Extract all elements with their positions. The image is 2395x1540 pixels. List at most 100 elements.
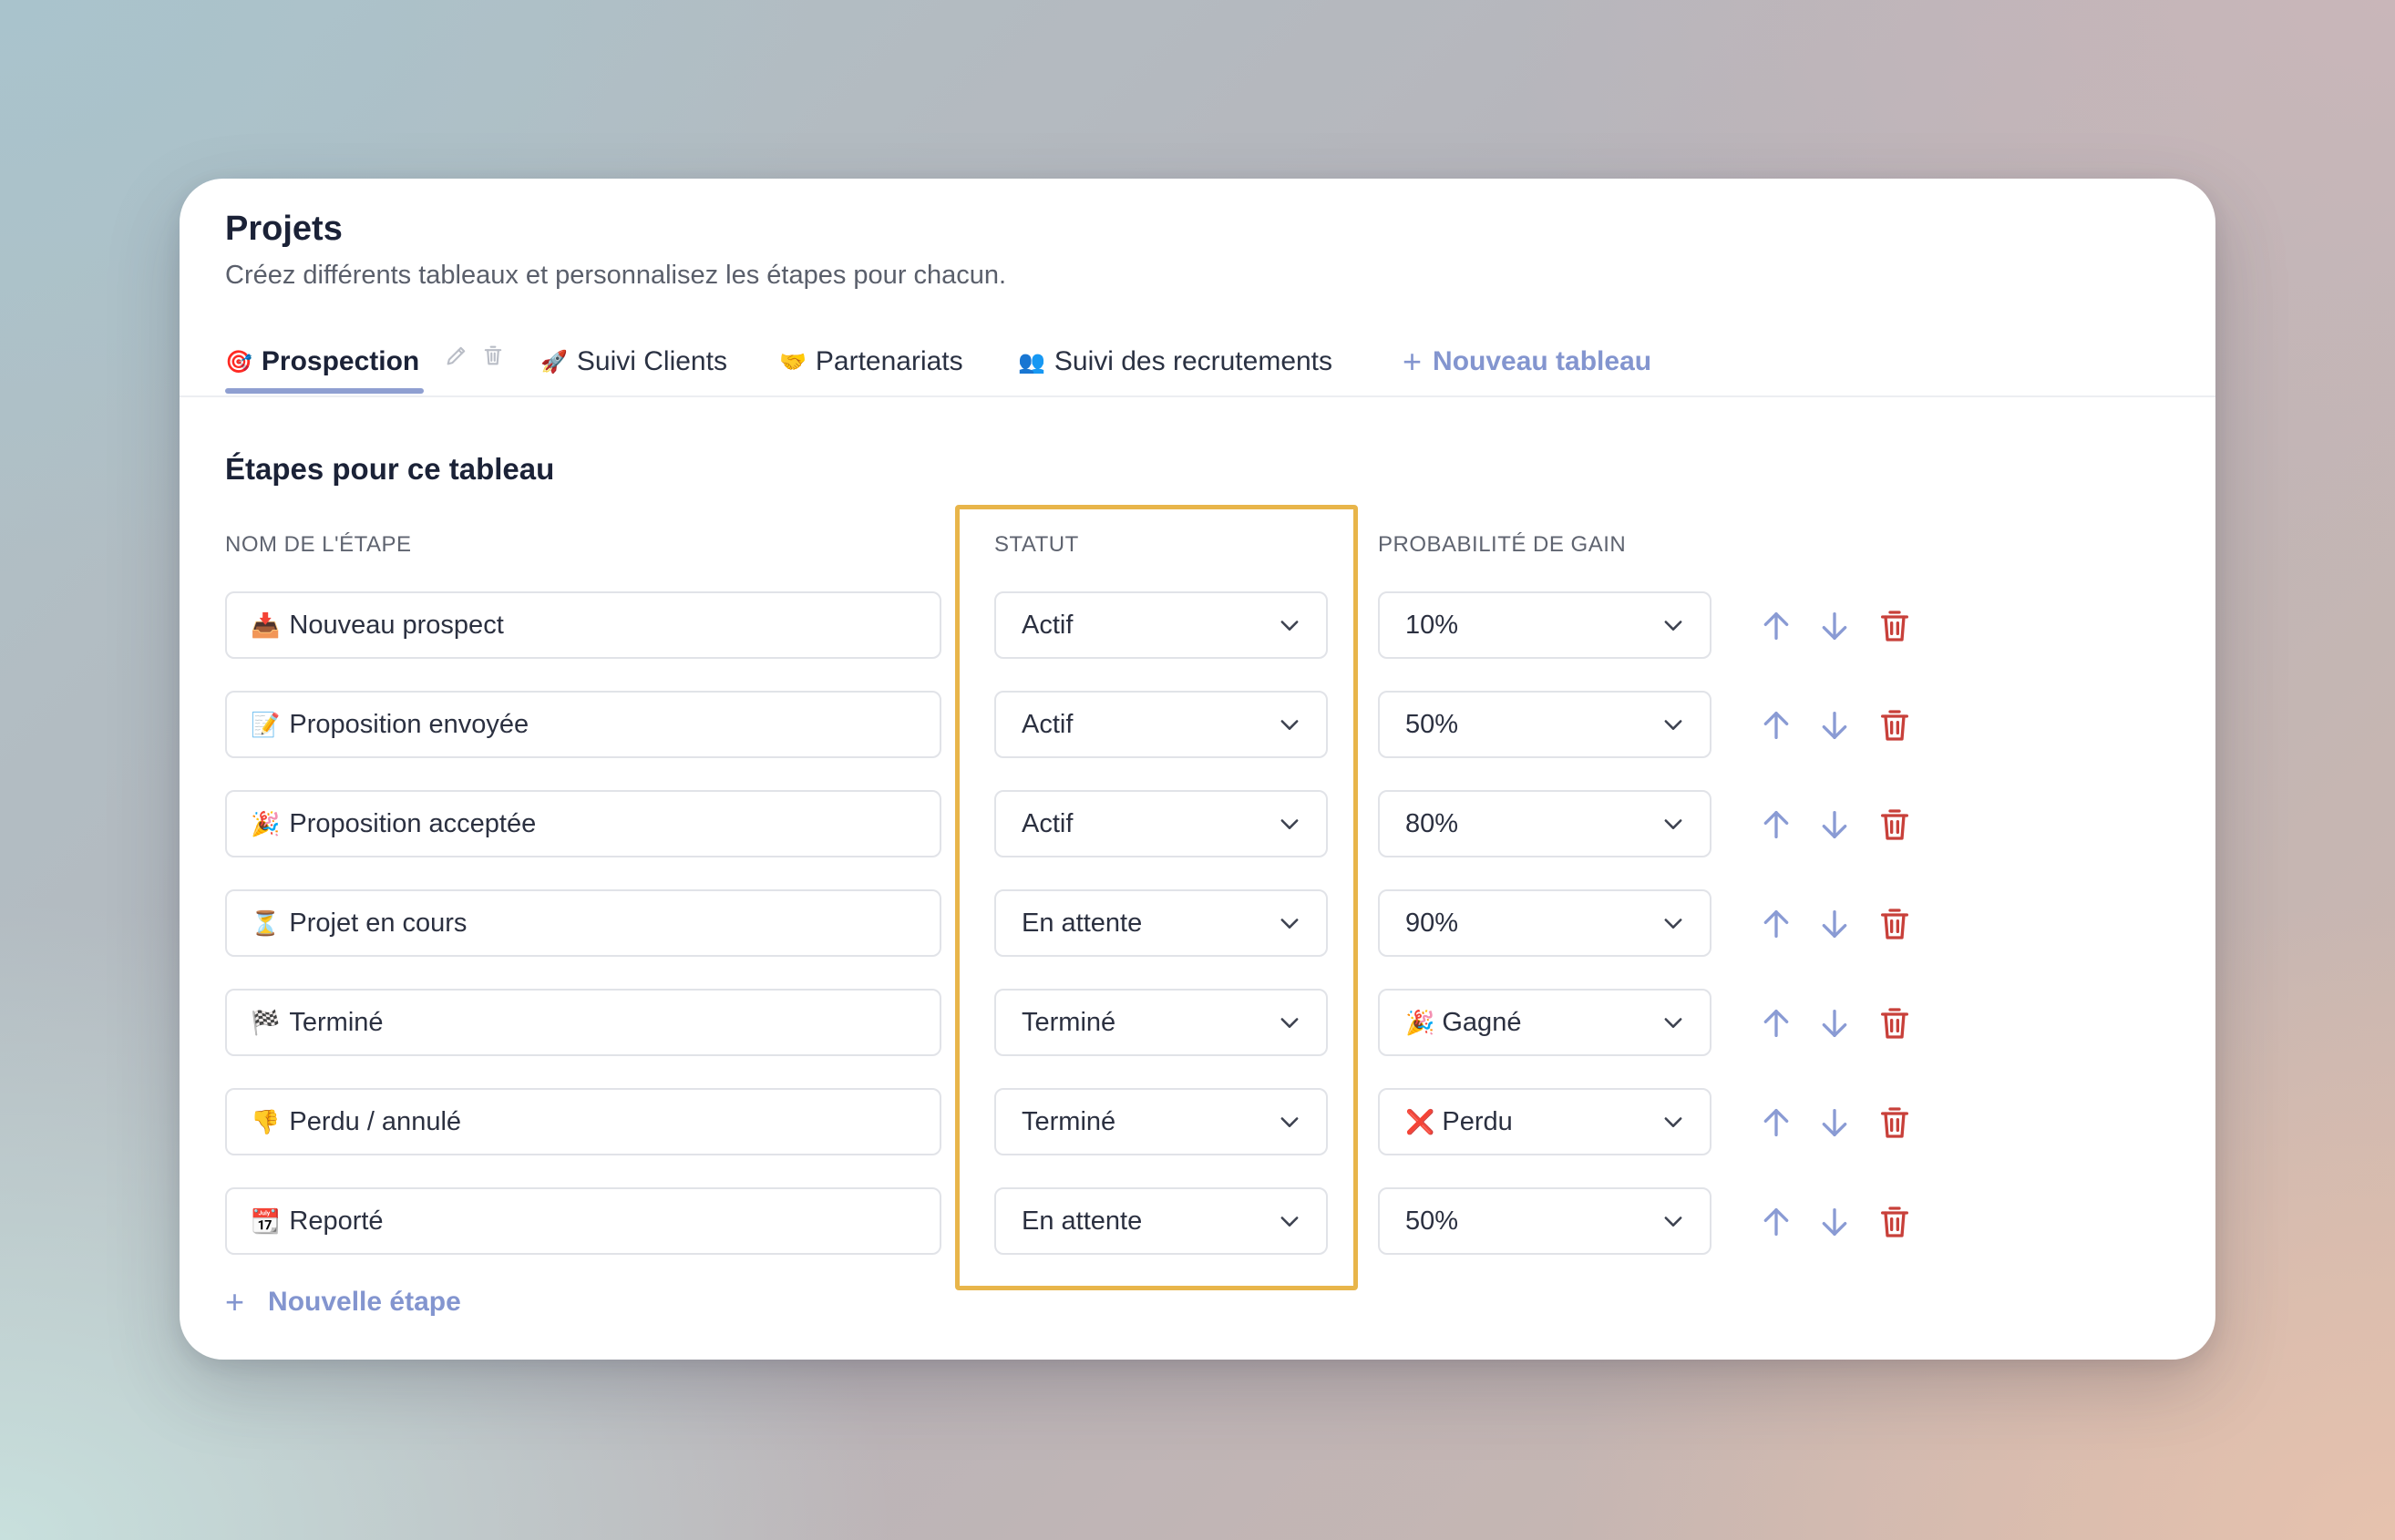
stage-name-input[interactable]: 🎉 Proposition acceptée xyxy=(225,790,941,857)
arrow-up-icon[interactable] xyxy=(1758,1204,1794,1240)
plus-icon: + xyxy=(225,1283,245,1320)
probability-text: 50% xyxy=(1405,709,1459,739)
trash-icon[interactable] xyxy=(480,343,506,368)
new-board-button[interactable]: + Nouveau tableau xyxy=(1403,339,1651,385)
status-value: En attente xyxy=(1022,908,1143,938)
trash-icon[interactable] xyxy=(1876,707,1913,744)
probability-value: 80% xyxy=(1405,809,1458,839)
stage-name-input[interactable]: 📥 Nouveau prospect xyxy=(225,591,941,659)
new-stage-button[interactable]: + Nouvelle étape xyxy=(225,1283,461,1321)
status-select[interactable]: Actif xyxy=(994,591,1328,659)
status-select[interactable]: En attente xyxy=(994,1187,1328,1255)
status-select[interactable]: Terminé xyxy=(994,1088,1328,1155)
chevron-down-icon xyxy=(1280,1217,1299,1227)
new-board-label: Nouveau tableau xyxy=(1433,346,1652,376)
stage-row: 📆 Reporté En attente 50% xyxy=(180,1187,2215,1257)
section-title: Étapes pour ce tableau xyxy=(225,452,555,486)
arrow-up-icon[interactable] xyxy=(1758,906,1794,942)
status-select[interactable]: Terminé xyxy=(994,989,1328,1056)
chevron-down-icon xyxy=(1664,720,1682,730)
chevron-down-icon xyxy=(1280,1018,1299,1028)
stage-name-text: Terminé xyxy=(289,1007,384,1037)
arrow-down-icon[interactable] xyxy=(1816,707,1853,744)
status-select[interactable]: Actif xyxy=(994,790,1328,857)
stage-emoji-icon: 📥 xyxy=(251,611,281,639)
stage-name-input[interactable]: 🏁 Terminé xyxy=(225,989,941,1056)
arrow-up-icon[interactable] xyxy=(1758,707,1794,744)
status-value: Terminé xyxy=(1022,1106,1116,1136)
status-select[interactable]: En attente xyxy=(994,889,1328,957)
column-header-probability: PROBABILITÉ DE GAIN xyxy=(1378,532,1627,557)
probability-select[interactable]: 80% xyxy=(1378,790,1711,857)
target-icon: 🎯 xyxy=(225,349,252,375)
tab-partenariats[interactable]: 🤝 Partenariats xyxy=(779,339,963,385)
tab-suivi-recrutements[interactable]: 👥 Suivi des recrutements xyxy=(1018,339,1332,385)
status-select[interactable]: Actif xyxy=(994,691,1328,758)
arrow-up-icon[interactable] xyxy=(1758,1104,1794,1141)
chevron-down-icon xyxy=(1664,919,1682,929)
stage-name-text: Reporté xyxy=(289,1206,384,1236)
probability-select[interactable]: 🎉 Gagné xyxy=(1378,989,1711,1056)
probability-select[interactable]: 50% xyxy=(1378,691,1711,758)
chevron-down-icon xyxy=(1280,720,1299,730)
probability-text: 10% xyxy=(1405,610,1459,640)
page-subtitle: Créez différents tableaux et personnalis… xyxy=(225,261,1007,290)
stage-name-text: Proposition envoyée xyxy=(289,709,529,739)
trash-icon[interactable] xyxy=(1876,1005,1913,1042)
chevron-down-icon xyxy=(1280,919,1299,929)
arrow-down-icon[interactable] xyxy=(1816,1104,1853,1141)
arrow-down-icon[interactable] xyxy=(1816,1005,1853,1042)
probability-select[interactable]: 90% xyxy=(1378,889,1711,957)
status-value: Actif xyxy=(1022,808,1074,838)
tab-prospection[interactable]: 🎯 Prospection xyxy=(225,339,419,385)
stage-name-text: Nouveau prospect xyxy=(289,610,504,640)
arrow-up-icon[interactable] xyxy=(1758,1005,1794,1042)
tabs-divider xyxy=(180,395,2215,397)
people-icon: 👥 xyxy=(1018,349,1045,375)
stage-name-input[interactable]: 📆 Reporté xyxy=(225,1187,941,1255)
chevron-down-icon xyxy=(1664,819,1682,829)
status-value: Terminé xyxy=(1022,1007,1116,1037)
probability-text: Perdu xyxy=(1442,1106,1513,1136)
tab-label: Suivi des recrutements xyxy=(1054,346,1333,376)
trash-icon[interactable] xyxy=(1876,1204,1913,1240)
stage-name-text: Projet en cours xyxy=(289,908,468,938)
stage-name-input[interactable]: 👎 Perdu / annulé xyxy=(225,1088,941,1155)
status-value: En attente xyxy=(1022,1206,1143,1236)
arrow-down-icon[interactable] xyxy=(1816,806,1853,843)
handshake-icon: 🤝 xyxy=(779,349,807,375)
tab-label: Suivi Clients xyxy=(576,346,727,376)
arrow-up-icon[interactable] xyxy=(1758,608,1794,644)
pencil-icon[interactable] xyxy=(444,343,469,368)
trash-icon[interactable] xyxy=(1876,906,1913,942)
trash-icon[interactable] xyxy=(1876,806,1913,843)
stage-name-input[interactable]: 📝 Proposition envoyée xyxy=(225,691,941,758)
probability-select[interactable]: ❌ Perdu xyxy=(1378,1088,1711,1155)
stage-emoji-icon: 📆 xyxy=(251,1206,281,1235)
probability-value: ❌ Perdu xyxy=(1405,1107,1513,1137)
probability-text: Gagné xyxy=(1442,1007,1522,1037)
status-value: Actif xyxy=(1022,709,1074,739)
probability-select[interactable]: 50% xyxy=(1378,1187,1711,1255)
stage-name-input[interactable]: ⏳ Projet en cours xyxy=(225,889,941,957)
plus-icon: + xyxy=(1403,343,1423,380)
stage-row: 📥 Nouveau prospect Actif 10% xyxy=(180,591,2215,661)
arrow-up-icon[interactable] xyxy=(1758,806,1794,843)
column-header-status: STATUT xyxy=(994,532,1079,557)
probability-text: 80% xyxy=(1405,808,1459,838)
arrow-down-icon[interactable] xyxy=(1816,906,1853,942)
trash-icon[interactable] xyxy=(1876,1104,1913,1141)
tab-suivi-clients[interactable]: 🚀 Suivi Clients xyxy=(540,339,727,385)
pipeline-settings-card: Projets Créez différents tableaux et per… xyxy=(180,179,2215,1360)
probability-emoji-icon: 🎉 xyxy=(1405,1008,1435,1036)
arrow-down-icon[interactable] xyxy=(1816,608,1853,644)
arrow-down-icon[interactable] xyxy=(1816,1204,1853,1240)
probability-emoji-icon: ❌ xyxy=(1405,1107,1435,1135)
probability-select[interactable]: 10% xyxy=(1378,591,1711,659)
probability-value: 90% xyxy=(1405,909,1458,939)
chevron-down-icon xyxy=(1280,621,1299,631)
stage-name-text: Perdu / annulé xyxy=(289,1106,462,1136)
probability-text: 50% xyxy=(1405,1206,1459,1236)
trash-icon[interactable] xyxy=(1876,608,1913,644)
chevron-down-icon xyxy=(1664,621,1682,631)
